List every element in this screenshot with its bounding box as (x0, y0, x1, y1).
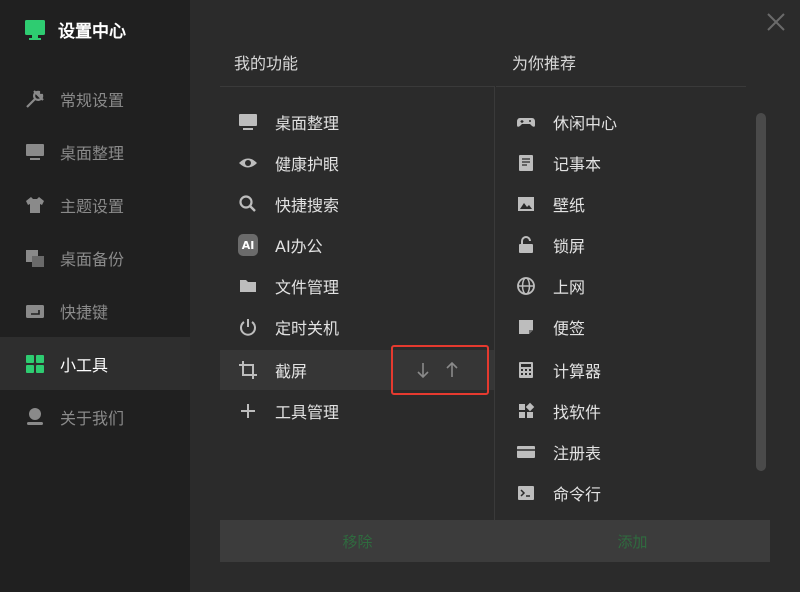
list-item-label: 锁屏 (553, 237, 586, 256)
list-item-label: 文件管理 (275, 278, 340, 297)
list-item-label: AI办公 (275, 237, 323, 256)
list-item-scheduled-shutdown[interactable]: 定时关机 (220, 307, 494, 347)
sidebar-item-label: 小工具 (60, 355, 109, 375)
notepad-icon (516, 153, 536, 173)
search-icon (238, 194, 258, 214)
list-item-eye-care[interactable]: 健康护眼 (220, 143, 494, 183)
list-item-notepad[interactable]: 记事本 (496, 143, 746, 183)
close-icon (767, 13, 785, 31)
apps-icon (516, 401, 536, 421)
move-up-button[interactable] (441, 357, 463, 383)
user-icon (24, 406, 46, 428)
grid-icon (24, 353, 46, 375)
sidebar-item-general[interactable]: 常规设置 (0, 72, 190, 125)
sidebar-item-desktop[interactable]: 桌面整理 (0, 125, 190, 178)
calculator-icon (516, 360, 536, 380)
list-item-label: 记事本 (553, 155, 602, 174)
arrow-down-icon (417, 363, 429, 379)
sidebar-item-label: 关于我们 (60, 408, 125, 428)
backup-icon (24, 247, 46, 269)
brand: 设置中心 (24, 17, 126, 42)
my-functions-list: 桌面整理 健康护眼 快捷搜索 AI AI办公 文件管理 定时关机 截屏 工具管理 (220, 86, 495, 520)
monitor-icon (24, 141, 46, 163)
list-item-label: 健康护眼 (275, 155, 340, 174)
list-item-calculator[interactable]: 计算器 (496, 350, 746, 390)
list-item-label: 命令行 (553, 485, 602, 504)
list-item-label: 上网 (553, 278, 586, 297)
list-item-label: 便签 (553, 319, 586, 338)
recommended-title: 为你推荐 (512, 54, 577, 73)
sidebar: 设置中心 常规设置 桌面整理 主题设置 桌面备份 快捷键 小工具 关于我们 (0, 0, 190, 592)
registry-icon (516, 442, 536, 462)
list-item-label: 找软件 (553, 403, 602, 422)
add-button[interactable]: 添加 (495, 520, 770, 562)
list-item-lock-screen[interactable]: 锁屏 (496, 225, 746, 265)
shirt-icon (24, 194, 46, 216)
sidebar-item-label: 主题设置 (60, 196, 125, 216)
keyboard-icon (24, 300, 46, 322)
list-item-wallpaper[interactable]: 壁纸 (496, 184, 746, 224)
ai-badge: AI (238, 234, 258, 256)
list-item-leisure-center[interactable]: 休闲中心 (496, 102, 746, 142)
monitor-icon (238, 112, 258, 132)
sidebar-item-label: 快捷键 (60, 302, 109, 322)
remove-button[interactable]: 移除 (220, 520, 495, 562)
sidebar-item-label: 桌面整理 (60, 143, 125, 163)
list-item-find-software[interactable]: 找软件 (496, 391, 746, 431)
image-icon (516, 194, 536, 214)
sidebar-item-label: 常规设置 (60, 90, 125, 110)
folder-icon (238, 276, 258, 296)
list-item-registry[interactable]: 注册表 (496, 432, 746, 472)
list-item-tool-manager[interactable]: 工具管理 (220, 391, 494, 431)
list-item-command-line[interactable]: 命令行 (496, 473, 746, 513)
lock-icon (516, 235, 536, 255)
list-item-ai-office[interactable]: AI AI办公 (220, 225, 494, 265)
sidebar-item-tools[interactable]: 小工具 (0, 337, 190, 390)
eye-icon (238, 153, 258, 173)
reorder-highlight-box (391, 345, 489, 395)
list-item-label: 壁纸 (553, 196, 586, 215)
terminal-icon (516, 483, 536, 503)
move-down-button[interactable] (412, 357, 434, 383)
action-bar: 移除 添加 (220, 520, 770, 562)
close-button[interactable] (764, 10, 788, 34)
my-functions-title: 我的功能 (234, 54, 299, 73)
list-item-label: 工具管理 (275, 403, 340, 422)
sidebar-item-backup[interactable]: 桌面备份 (0, 231, 190, 284)
list-item-label: 桌面整理 (275, 114, 340, 133)
arrow-up-icon (446, 361, 458, 377)
monitor-logo-icon (25, 19, 45, 40)
list-item-label: 快捷搜索 (275, 196, 340, 215)
recommended-list: 休闲中心 记事本 壁纸 锁屏 上网 便签 计算器 找软件 注册表 命令行 (496, 86, 746, 520)
sidebar-item-theme[interactable]: 主题设置 (0, 178, 190, 231)
list-item-label: 休闲中心 (553, 114, 618, 133)
list-item-desktop-organize[interactable]: 桌面整理 (220, 102, 494, 142)
globe-icon (516, 276, 536, 296)
list-item-internet[interactable]: 上网 (496, 266, 746, 306)
gamepad-icon (516, 112, 536, 132)
plus-icon (238, 401, 258, 421)
list-item-label: 定时关机 (275, 319, 340, 338)
sticky-note-icon (516, 317, 536, 337)
list-item-sticky-note[interactable]: 便签 (496, 307, 746, 347)
recommended-scrollbar[interactable] (756, 113, 766, 471)
list-item-quick-search[interactable]: 快捷搜索 (220, 184, 494, 224)
sidebar-item-shortcuts[interactable]: 快捷键 (0, 284, 190, 337)
sidebar-item-about[interactable]: 关于我们 (0, 390, 190, 443)
sidebar-item-label: 桌面备份 (60, 249, 125, 269)
ai-badge-icon: AI (238, 234, 258, 256)
sidebar-nav: 常规设置 桌面整理 主题设置 桌面备份 快捷键 小工具 关于我们 (0, 72, 190, 443)
wrench-icon (24, 88, 46, 110)
list-item-label: 注册表 (553, 444, 602, 463)
app-title: 设置中心 (58, 22, 126, 42)
list-item-label: 计算器 (553, 362, 602, 381)
power-icon (238, 317, 258, 337)
list-item-file-manager[interactable]: 文件管理 (220, 266, 494, 306)
list-item-label: 截屏 (275, 362, 308, 381)
crop-icon (238, 360, 258, 380)
